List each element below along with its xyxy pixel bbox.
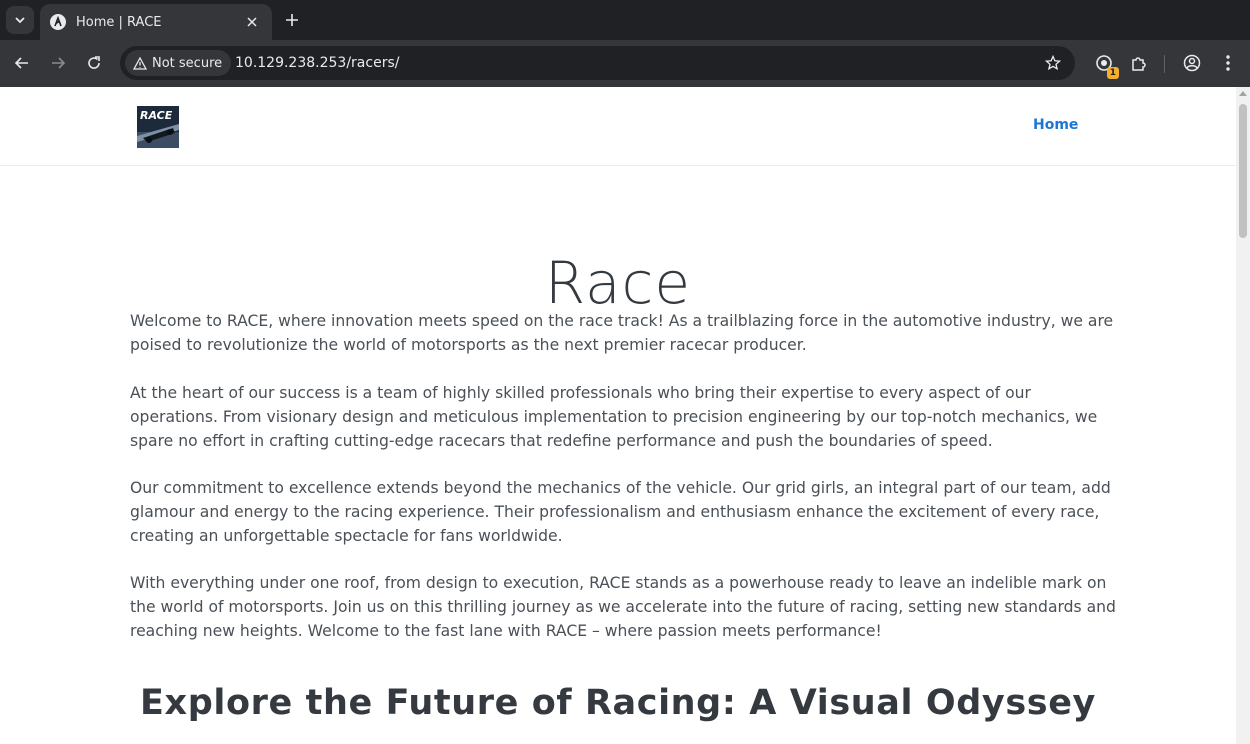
reload-icon — [88, 56, 100, 69]
plus-icon — [286, 14, 298, 26]
svg-text:RACE: RACE — [140, 109, 173, 122]
nav-home-link[interactable]: Home — [1033, 117, 1078, 133]
more-vertical-icon — [1226, 55, 1230, 71]
extension-badge: 1 — [1106, 67, 1119, 79]
browser-toolbar: Not secure 10.129.238.253/racers/ 1 — [0, 40, 1250, 87]
back-button[interactable] — [8, 49, 36, 77]
extensions-menu-button[interactable] — [1127, 51, 1151, 75]
intro-paragraph: Welcome to RACE, where innovation meets … — [130, 312, 1114, 354]
page-scrollbar[interactable] — [1236, 87, 1250, 744]
new-tab-button[interactable] — [280, 8, 304, 32]
arrow-left-icon — [14, 57, 28, 69]
section-title: Explore the Future of Racing: A Visual O… — [140, 683, 1096, 723]
race-logo[interactable]: RACE — [137, 106, 179, 148]
tab-title: Home | RACE — [76, 14, 162, 30]
address-bar[interactable]: Not secure 10.129.238.253/racers/ — [120, 46, 1075, 80]
tab-search-button[interactable] — [6, 6, 34, 34]
chevron-down-icon — [15, 17, 25, 24]
scroll-up-arrow-icon[interactable] — [1239, 91, 1247, 96]
site-info-chip[interactable]: Not secure — [125, 50, 232, 76]
toolbar-divider — [1164, 55, 1165, 73]
page-viewport: RACE Home Race Welcome to RACE, where in… — [0, 87, 1250, 744]
scrollbar-thumb[interactable] — [1239, 104, 1247, 238]
commitment-paragraph: Our commitment to excellence extends bey… — [130, 479, 1111, 545]
url-text[interactable]: 10.129.238.253/racers/ — [235, 46, 399, 80]
puzzle-icon — [1132, 57, 1146, 71]
hero-title: Race — [544, 249, 692, 317]
browser-menu-button[interactable] — [1216, 51, 1240, 75]
extension-button[interactable]: 1 — [1092, 51, 1119, 79]
race-favicon-icon — [50, 14, 66, 30]
reload-button[interactable] — [80, 49, 108, 77]
profile-button[interactable] — [1180, 51, 1204, 75]
arrow-right-icon — [52, 57, 66, 69]
warning-icon — [133, 56, 147, 70]
team-paragraph: At the heart of our success is a team of… — [130, 384, 1098, 450]
bookmark-star-icon[interactable] — [1043, 53, 1063, 73]
forward-button[interactable] — [44, 49, 72, 77]
close-tab-icon[interactable] — [242, 12, 262, 32]
closing-paragraph: With everything under one roof, from des… — [130, 574, 1116, 640]
security-label: Not secure — [152, 55, 223, 71]
account-circle-icon — [1183, 54, 1201, 72]
tab-strip: Home | RACE — [0, 0, 1250, 40]
tab-active[interactable]: Home | RACE — [40, 4, 272, 40]
site-header: RACE Home — [0, 87, 1236, 166]
